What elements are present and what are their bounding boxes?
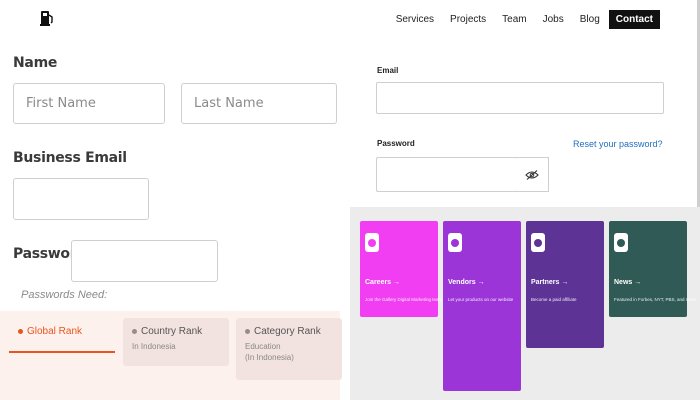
rank-tab-global[interactable]: Global Rank xyxy=(9,318,115,366)
rank-tab-global-label: Global Rank xyxy=(27,326,83,337)
nav-services[interactable]: Services xyxy=(389,10,441,29)
password-label-right: Password xyxy=(377,139,415,148)
name-label: Name xyxy=(13,55,58,71)
reset-password-link[interactable]: Reset your password? xyxy=(573,139,663,149)
email-label: Email xyxy=(377,66,399,75)
rank-tab-country[interactable]: Country Rank In Indonesia xyxy=(123,318,229,366)
rank-tab-country-sub: In Indonesia xyxy=(132,342,176,351)
first-name-input[interactable]: First Name xyxy=(13,83,165,124)
toggle-password-visibility-button[interactable] xyxy=(515,157,549,192)
last-name-input[interactable]: Last Name xyxy=(181,83,337,124)
fuel-pump-logo-icon[interactable] xyxy=(40,9,54,27)
last-name-placeholder: Last Name xyxy=(194,96,264,111)
active-tab-underline xyxy=(9,351,115,353)
rank-tab-country-label: Country Rank xyxy=(141,326,203,337)
news-icon xyxy=(614,233,628,252)
flag-icon xyxy=(132,329,137,334)
careers-title: Careers → xyxy=(365,279,401,286)
top-nav: Services Projects Team Jobs Blog Contact xyxy=(387,10,660,29)
business-email-input[interactable] xyxy=(13,178,149,220)
nav-blog[interactable]: Blog xyxy=(573,10,607,29)
partners-icon xyxy=(531,233,545,252)
business-email-label: Business Email xyxy=(13,150,127,166)
news-desc: Featured in Forbes, NYT, PBS, and more xyxy=(614,297,697,302)
news-title: News → xyxy=(614,279,642,286)
first-name-placeholder: First Name xyxy=(26,96,96,111)
eye-slash-icon xyxy=(524,169,539,180)
nav-projects[interactable]: Projects xyxy=(443,10,493,29)
rank-tab-category-label: Category Rank xyxy=(254,326,321,337)
email-input[interactable] xyxy=(376,82,664,114)
vendors-card[interactable]: Vendors → Let your products on our websi… xyxy=(443,221,521,391)
vendors-icon xyxy=(448,233,462,252)
globe-icon xyxy=(18,329,23,334)
vendors-desc: Let your products on our website xyxy=(448,297,514,302)
nav-team[interactable]: Team xyxy=(495,10,533,29)
news-card[interactable]: News → Featured in Forbes, NYT, PBS, and… xyxy=(609,221,696,317)
careers-card[interactable]: Careers → Join the Gallery Digital Marke… xyxy=(360,221,461,317)
password-hint: Passwords Need: xyxy=(21,289,108,301)
nav-contact[interactable]: Contact xyxy=(608,10,660,29)
partners-card[interactable]: Partners → Become a paid affiliate xyxy=(526,221,604,348)
nav-jobs[interactable]: Jobs xyxy=(536,10,571,29)
category-icon xyxy=(245,329,250,334)
password-input-left[interactable] xyxy=(71,240,218,282)
rank-tab-category-sub: Education (In Indonesia) xyxy=(245,342,294,362)
rank-tab-category[interactable]: Category Rank Education (In Indonesia) xyxy=(236,318,342,380)
vendors-title: Vendors → xyxy=(448,279,485,286)
password-input-right[interactable] xyxy=(376,157,516,192)
partners-desc: Become a paid affiliate xyxy=(531,297,577,302)
careers-icon xyxy=(365,233,379,252)
page: Services Projects Team Jobs Blog Contact… xyxy=(0,0,700,400)
partners-title: Partners → xyxy=(531,279,569,286)
